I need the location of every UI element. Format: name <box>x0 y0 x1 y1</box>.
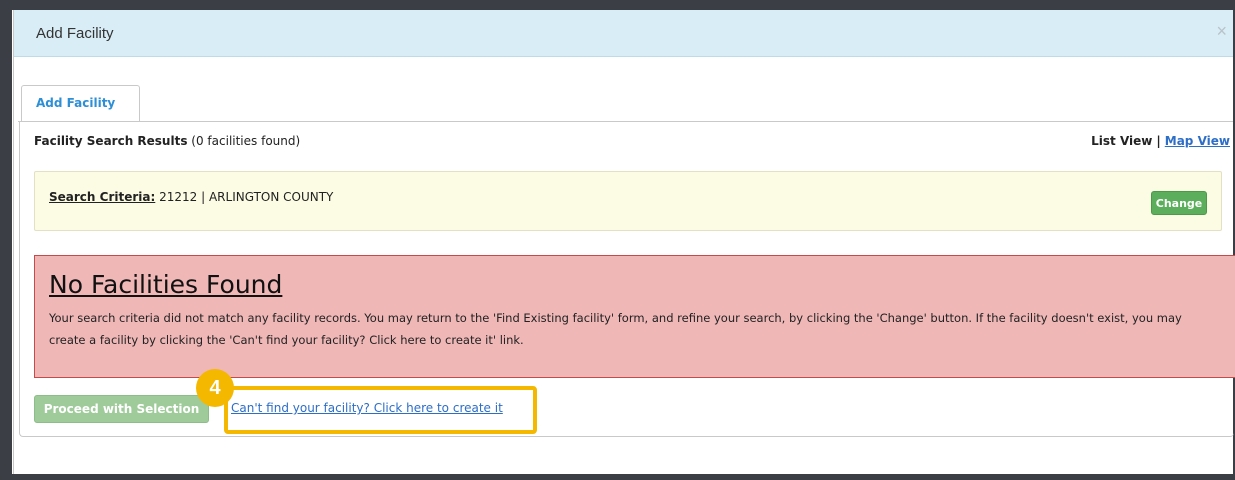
modal-title: Add Facility <box>36 25 114 42</box>
search-criteria-text: Search Criteria: 21212 | ARLINGTON COUNT… <box>49 190 333 204</box>
background-page-left-edge <box>0 0 12 480</box>
search-criteria-value: 21212 | ARLINGTON COUNTY <box>159 190 334 204</box>
change-button[interactable]: Change <box>1151 191 1207 215</box>
map-view-link[interactable]: Map View <box>1165 134 1230 148</box>
close-icon[interactable]: × <box>1216 21 1227 42</box>
background-page-bottom-edge <box>0 474 1235 480</box>
view-separator: | <box>1156 134 1161 148</box>
view-switch: List View | Map View <box>1091 134 1230 148</box>
background-page-navbar <box>0 0 1235 10</box>
step-number-badge: 4 <box>196 369 234 407</box>
results-heading: Facility Search Results (0 facilities fo… <box>34 134 300 148</box>
tab-add-facility[interactable]: Add Facility <box>21 85 140 121</box>
create-facility-link[interactable]: Can't find your facility? Click here to … <box>231 401 503 415</box>
search-criteria-panel: Search Criteria: 21212 | ARLINGTON COUNT… <box>34 171 1222 231</box>
results-count: (0 facilities found) <box>191 134 301 148</box>
add-facility-modal: Add Facility × Add Facility Facility Sea… <box>13 10 1235 474</box>
no-results-alert: No Facilities Found Your search criteria… <box>34 255 1235 378</box>
modal-header: Add Facility × <box>14 10 1233 57</box>
alert-title: No Facilities Found <box>49 270 283 299</box>
search-criteria-label: Search Criteria: <box>49 190 156 204</box>
proceed-with-selection-button[interactable]: Proceed with Selection <box>34 395 209 423</box>
list-view-label: List View <box>1091 134 1153 148</box>
tab-add-facility-label: Add Facility <box>36 96 116 110</box>
results-heading-title: Facility Search Results <box>34 134 188 148</box>
alert-body: Your search criteria did not match any f… <box>49 311 1182 347</box>
